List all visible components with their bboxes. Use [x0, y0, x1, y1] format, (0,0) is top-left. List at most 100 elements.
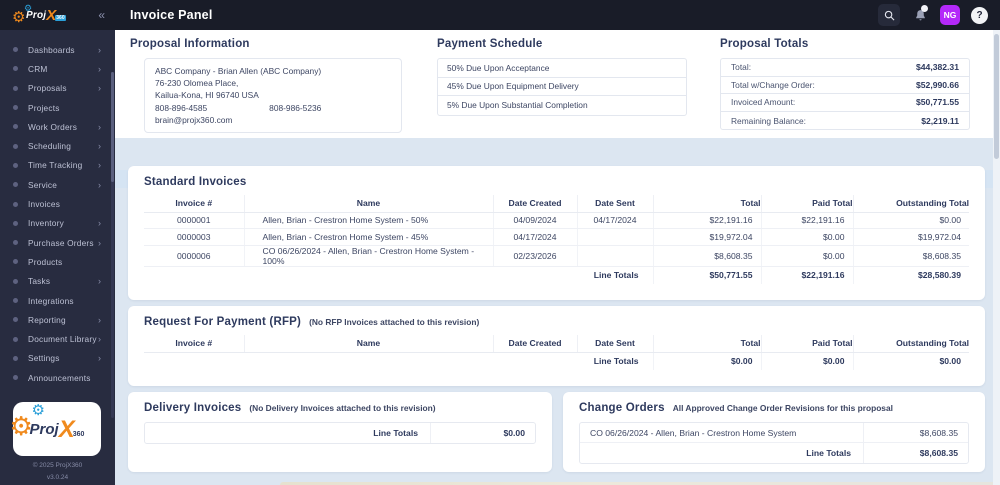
bullet-icon [13, 278, 18, 284]
column-header: Invoice # [144, 195, 244, 213]
page-scrollbar-thumb[interactable] [994, 34, 999, 159]
sidebar-item-integrations[interactable]: Integrations [0, 291, 115, 310]
sidebar-item-work-orders[interactable]: Work Orders › [0, 117, 115, 136]
invoice-total: $19,972.04 [652, 228, 761, 246]
column-header: Date Created [492, 335, 577, 353]
sidebar-scrollbar-thumb[interactable] [111, 72, 114, 182]
sidebar-item-purchase-orders[interactable]: Purchase Orders › [0, 233, 115, 252]
card-header: Request For Payment (RFP) (No RFP Invoic… [144, 316, 969, 328]
line-paid-total: $0.00 [760, 352, 853, 370]
sidebar-item-label: Reporting [28, 314, 66, 325]
rfp-card: Request For Payment (RFP) (No RFP Invoic… [128, 306, 985, 386]
line-outstanding-total: $28,580.39 [852, 266, 969, 284]
search-button[interactable] [878, 4, 900, 26]
bullet-icon [13, 105, 18, 111]
payment-schedule-item: 50% Due Upon Acceptance [438, 59, 686, 78]
totals-row: Invoiced Amount: $50,771.55 [721, 94, 969, 112]
sidebar-item-time-tracking[interactable]: Time Tracking › [0, 156, 115, 175]
sidebar-item-crm[interactable]: CRM › [0, 59, 115, 78]
invoice-number[interactable]: 0000006 [144, 245, 244, 267]
notifications-button[interactable] [911, 5, 929, 24]
invoice-number[interactable]: 0000001 [144, 212, 244, 229]
invoice-date-created: 04/17/2024 [492, 228, 577, 246]
sidebar-item-scheduling[interactable]: Scheduling › [0, 136, 115, 155]
sidebar-item-settings[interactable]: Settings › [0, 349, 115, 368]
column-header: Invoice # [144, 335, 244, 353]
phone-primary: 808-896-4585 [155, 102, 208, 113]
page-title: Invoice Panel [130, 8, 213, 22]
change-order-row[interactable]: CO 06/26/2024 - Allen, Brian - Crestron … [580, 423, 968, 443]
bullet-icon [13, 220, 18, 226]
sidebar-item-tasks[interactable]: Tasks › [0, 272, 115, 291]
sidebar-item-inventory[interactable]: Inventory › [0, 214, 115, 233]
invoice-total: $8,608.35 [652, 245, 761, 267]
chevron-right-icon: › [98, 141, 101, 152]
payment-schedule-section: Payment Schedule 50% Due Upon Acceptance… [437, 38, 687, 116]
sidebar-item-projects[interactable]: Projects [0, 98, 115, 117]
chevron-right-icon: › [98, 121, 101, 132]
invoice-outstanding-total: $8,608.35 [852, 245, 969, 267]
section-title: Change Orders [579, 402, 665, 414]
sidebar-item-label: Service [28, 179, 58, 190]
proposal-summary-panel: Proposal Information ABC Company - Brian… [115, 30, 1000, 138]
totals-label: Total w/Change Order: [731, 79, 815, 90]
totals-row: Total: $44,382.31 [721, 59, 969, 77]
sidebar: Dashboards › CRM › Proposals › Projects Wor… [0, 30, 115, 485]
invoice-number[interactable]: 0000003 [144, 228, 244, 246]
bullet-icon [13, 336, 18, 342]
brand-logo: ⚙ ⚙ Proj X 360 [12, 3, 66, 26]
change-orders-card: Change Orders All Approved Change Order … [563, 392, 985, 472]
invoice-row[interactable]: 0000006 CO 06/26/2024 - Allen, Brian - C… [144, 245, 969, 267]
sidebar-scrollbar[interactable] [111, 72, 114, 418]
column-header: Total [652, 195, 761, 213]
invoice-name: Allen, Brian - Crestron Home System - 50… [243, 212, 493, 229]
sidebar-logo-card: ⚙ ⚙ Proj X 360 [10, 402, 101, 456]
invoice-name: CO 06/26/2024 - Allen, Brian - Crestron … [243, 245, 493, 267]
change-order-amount: $8,608.35 [863, 423, 968, 442]
sidebar-item-proposals[interactable]: Proposals › [0, 79, 115, 98]
chevron-right-icon: › [98, 160, 101, 171]
delivery-totals-box: Line Totals $0.00 [144, 422, 536, 444]
sidebar-item-invoices[interactable]: Invoices [0, 194, 115, 213]
invoice-row[interactable]: 0000003 Allen, Brian - Crestron Home Sys… [144, 228, 969, 246]
user-avatar[interactable]: NG [940, 5, 960, 25]
bullet-icon [13, 143, 18, 149]
delivery-invoices-card: Delivery Invoices (No Delivery Invoices … [128, 392, 552, 472]
sidebar-item-announcements[interactable]: Announcements [0, 368, 115, 387]
payment-schedule-item: 45% Due Upon Equipment Delivery [438, 78, 686, 97]
sidebar-item-service[interactable]: Service › [0, 175, 115, 194]
totals-value: $2,219.11 [921, 115, 959, 126]
card-header: Delivery Invoices (No Delivery Invoices … [144, 402, 536, 414]
sidebar-item-document-library[interactable]: Document Library › [0, 329, 115, 348]
payment-schedule-list: 50% Due Upon Acceptance 45% Due Upon Equ… [437, 58, 687, 116]
client-name: ABC Company - Brian Allen (ABC Company) [155, 66, 322, 76]
sidebar-item-reporting[interactable]: Reporting › [0, 310, 115, 329]
line-totals-row: Line Totals $0.00 [145, 423, 535, 443]
invoice-row[interactable]: 0000001 Allen, Brian - Crestron Home Sys… [144, 212, 969, 229]
sidebar-item-products[interactable]: Products [0, 252, 115, 271]
version-text: v3.0.24 [46, 474, 69, 481]
section-title: Request For Payment (RFP) [144, 316, 302, 328]
sidebar-item-label: Products [28, 256, 63, 267]
chevron-right-icon: › [98, 353, 101, 364]
bullet-icon [13, 298, 18, 303]
page-scrollbar[interactable] [993, 30, 1000, 485]
proposal-information-section: Proposal Information ABC Company - Brian… [130, 38, 425, 133]
totals-label: Invoiced Amount: [731, 97, 796, 108]
email-text: brain@projx360.com [155, 114, 233, 125]
column-header: Name [243, 195, 493, 213]
invoice-paid-total: $22,191.16 [760, 212, 853, 229]
sidebar-item-dashboards[interactable]: Dashboards › [0, 40, 115, 59]
line-totals-row: Line Totals $0.00 $0.00 $0.00 [144, 352, 969, 370]
bullet-icon [13, 182, 18, 188]
invoice-date-sent [576, 245, 653, 267]
totals-value: $52,990.66 [915, 79, 959, 90]
chevron-right-icon: › [98, 218, 101, 229]
sidebar-item-label: Purchase Orders [28, 237, 94, 248]
sidebar-item-label: Announcements [28, 372, 91, 383]
change-orders-box: CO 06/26/2024 - Allen, Brian - Crestron … [579, 422, 969, 464]
proposal-totals-section: Proposal Totals Total: $44,382.31 Total w… [720, 38, 970, 131]
sidebar-collapse-icon[interactable]: « [98, 8, 105, 22]
help-button[interactable]: ? [971, 6, 988, 24]
proposal-totals-list: Total: $44,382.31 Total w/Change Order: $5… [720, 58, 970, 131]
